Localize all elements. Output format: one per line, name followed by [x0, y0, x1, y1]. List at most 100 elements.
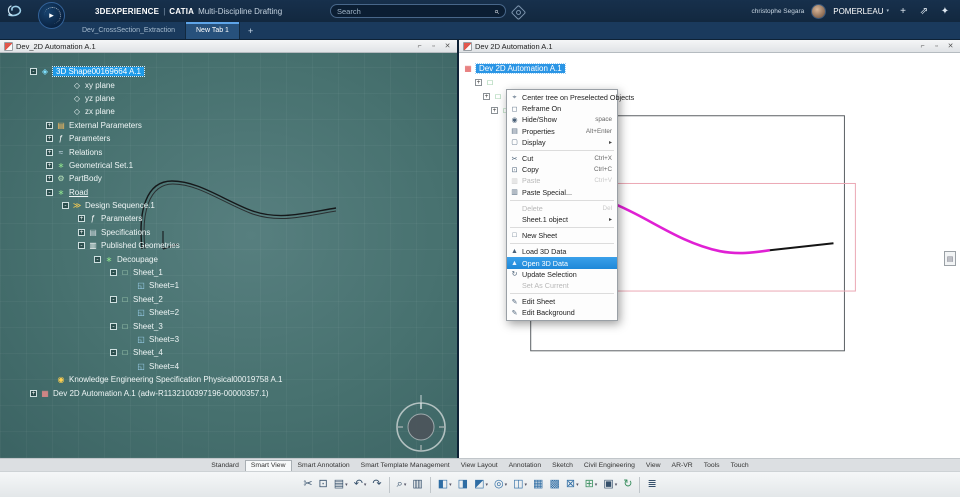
menu-item[interactable]: Delete Del [507, 203, 617, 214]
tree-item-label[interactable]: Dev 2D Automation A.1 (adw-R113210039719… [53, 389, 269, 398]
ribbon-tab[interactable]: Tools [699, 461, 725, 470]
menu-item[interactable]: ▢ Display [507, 137, 617, 148]
ribbon-tab[interactable]: View Layout [456, 461, 503, 470]
tree-item-label[interactable]: Parameters [101, 214, 142, 223]
tree-root-label[interactable]: Dev 2D Automation A.1 [475, 62, 566, 74]
tree-item-label[interactable]: Sheet_3 [133, 322, 163, 331]
tree-item[interactable]: - ≫ Design Sequence.1 [0, 199, 282, 212]
broken-view-button[interactable]: ▦ ▾ [531, 475, 545, 495]
tree-item[interactable]: - □ Sheet_3 [0, 319, 282, 332]
section-view-button[interactable]: ◩ ▾ [472, 475, 490, 495]
tree-item[interactable]: ◱ Sheet=4 [0, 360, 282, 373]
tree-item[interactable]: + ≈ Relations [0, 145, 282, 158]
menu-item[interactable]: ✎ Edit Sheet [507, 296, 617, 307]
tree-expander[interactable]: - [94, 255, 101, 263]
tree-item[interactable]: + ∗ Geometrical Set.1 [0, 159, 282, 172]
tree-expander[interactable]: - [78, 242, 85, 250]
front-view-button[interactable]: ◧ ▾ [436, 475, 454, 495]
tree-item[interactable]: ◱ Sheet=3 [0, 333, 282, 346]
tree-item-label[interactable]: Sheet=3 [149, 335, 179, 344]
menu-item[interactable]: ✎ Edit Background [507, 307, 617, 318]
maximize-icon[interactable]: ▫ [931, 43, 942, 50]
tree-expander[interactable]: + [46, 121, 53, 129]
tree-overview-handle-icon[interactable]: ▤ [944, 251, 956, 266]
ribbon-tab[interactable]: AR-VR [667, 461, 698, 470]
left-window-title-bar[interactable]: Dev_2D Automation A.1 ⌐ ▫ ✕ [0, 40, 457, 53]
menu-item[interactable]: ▤ Properties Alt+Enter [507, 126, 617, 137]
tree-item-label[interactable]: Decoupage [117, 255, 158, 264]
tree-expander[interactable]: + [78, 228, 85, 236]
tree-item[interactable]: ◇ zx plane [0, 105, 282, 118]
instantiate-2d-component-button[interactable]: ▣ ▾ [601, 475, 619, 495]
tree-item-label[interactable]: Sheet=1 [149, 281, 179, 290]
catalog-browser-button[interactable]: ▥ ▾ [410, 475, 424, 495]
tree-item[interactable]: ◉ Knowledge Engineering Specification Ph… [0, 373, 283, 386]
tree-expander[interactable]: + [46, 148, 53, 156]
copy-button[interactable]: ⊡ ▾ [317, 475, 330, 495]
menu-item[interactable]: ⌖ Center tree on Preselected Objects [507, 92, 635, 103]
tree-item[interactable]: ◱ Sheet=1 [0, 279, 282, 292]
ribbon-tab[interactable]: Smart Template Management [356, 461, 455, 470]
tree-item-label[interactable]: Sheet_1 [133, 268, 163, 277]
detail-view-button[interactable]: ◎ ▾ [492, 475, 509, 495]
tree-expander[interactable]: - [62, 202, 69, 210]
ribbon-tab[interactable]: Civil Engineering [579, 461, 640, 470]
menu-item[interactable]: ↻ Update Selection [507, 269, 617, 280]
menu-item[interactable]: ▥ Paste Ctrl+V [507, 175, 617, 186]
cut-button[interactable]: ✂ ▾ [301, 475, 314, 495]
tree-item[interactable]: - □ Sheet_2 [0, 293, 282, 306]
right-window-title-bar[interactable]: Dev 2D Automation A.1 ⌐ ▫ ✕ [459, 40, 960, 53]
close-icon[interactable]: ✕ [442, 42, 453, 50]
menu-item[interactable]: □ New Sheet [507, 230, 617, 241]
menu-item[interactable]: ◉ Hide/Show space [507, 114, 617, 125]
tree-item[interactable]: + ⚙ PartBody [0, 172, 282, 185]
tree-expander[interactable]: - [110, 295, 117, 303]
tree-root-item[interactable]: ▦ Dev 2D Automation A.1 [463, 61, 566, 75]
update-button[interactable]: ↻ ▾ [621, 475, 634, 495]
ribbon-tab[interactable]: Sketch [547, 461, 578, 470]
view-compass[interactable] [392, 393, 450, 453]
tree-item-label[interactable]: Design Sequence.1 [85, 201, 155, 210]
tree-item[interactable]: + ▦ Dev 2D Automation A.1 (adw-R11321003… [0, 386, 282, 399]
paste-button[interactable]: ▤ ▾ [332, 475, 350, 495]
tree-expander[interactable]: - [46, 188, 53, 196]
tree-item-label[interactable]: Road [69, 188, 88, 197]
maximize-icon[interactable]: ▫ [428, 43, 439, 50]
tree-item-label[interactable]: zx plane [85, 107, 115, 116]
close-icon[interactable]: ✕ [945, 42, 956, 50]
tree-item[interactable]: ◇ yz plane [0, 92, 282, 105]
user-avatar[interactable] [811, 3, 827, 19]
tree-expander[interactable]: + [483, 92, 490, 100]
ribbon-tab[interactable]: View [641, 461, 666, 470]
menu-item[interactable]: ▲ Load 3D Data [507, 246, 617, 257]
document-tab-active[interactable]: New Tab 1 [186, 22, 240, 39]
tree-item[interactable]: + □ [463, 75, 565, 89]
menu-item[interactable]: Set As Current [507, 280, 617, 291]
tree-item-label[interactable]: Sheet=2 [149, 308, 179, 317]
breakout-view-button[interactable]: ▩ ▾ [547, 475, 561, 495]
tree-expander[interactable]: + [30, 389, 37, 397]
ribbon-tab[interactable]: Smart Annotation [293, 461, 355, 470]
tree-item[interactable]: ◱ Sheet=2 [0, 306, 282, 319]
tree-expander[interactable]: - [110, 269, 117, 277]
tree-item[interactable]: + ƒ Parameters [0, 212, 282, 225]
ribbon-tab[interactable]: Annotation [504, 461, 547, 470]
tree-expander[interactable]: + [475, 78, 482, 86]
tree-item-label[interactable]: 3D Shape00169664 A.1 [52, 66, 145, 78]
menu-item[interactable]: Sheet.1 object [507, 214, 617, 225]
tree-item-label[interactable]: Parameters [69, 134, 110, 143]
tree-item[interactable]: + ▤ External Parameters [0, 119, 282, 132]
tree-item[interactable]: + ƒ Parameters [0, 132, 282, 145]
ribbon-tab[interactable]: Smart View [244, 459, 292, 471]
tree-item-label[interactable]: Sheet_4 [133, 348, 163, 357]
tools-icon[interactable]: ✦ [938, 6, 952, 17]
zoom-button[interactable]: ⌕ ▾ [395, 475, 409, 495]
clipping-view-button[interactable]: ◫ ▾ [511, 475, 529, 495]
search-input[interactable]: Search ⌕ [330, 4, 506, 18]
redo-button[interactable]: ↷ ▾ [370, 475, 383, 495]
3dexperience-compass-logo[interactable]: ▸ [38, 2, 65, 29]
share-icon[interactable]: ⇗ [917, 6, 931, 17]
tree-item-label[interactable]: Sheet_2 [133, 295, 163, 304]
search-icon[interactable]: ⌕ [494, 6, 499, 17]
drawing-viewport[interactable]: ▦ Dev 2D Automation A.1 + □ + □ + □ [459, 53, 960, 458]
